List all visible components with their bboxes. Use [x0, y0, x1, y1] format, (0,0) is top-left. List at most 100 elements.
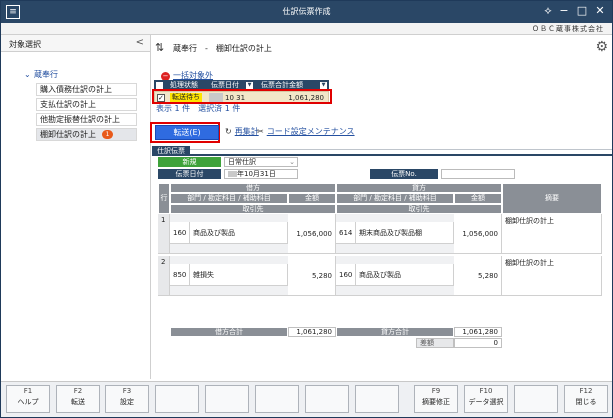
row-number: 1 [158, 214, 170, 254]
credit-dept[interactable]: 160 [336, 264, 356, 286]
col-debit-account: 部門 / 勘定科目 / 補助科目 [170, 193, 288, 204]
memo-cell[interactable]: 棚卸仕訳の計上 [502, 214, 602, 254]
slip-date-value: 年10月31日 [237, 170, 276, 178]
swap-icon: ⇅ [155, 41, 165, 54]
sidebar-item-transfer[interactable]: 他勘定振替仕訳の計上 [36, 113, 137, 126]
f6-button[interactable] [255, 385, 299, 413]
credit-amount[interactable]: 5,280 [454, 256, 502, 296]
recalc-label: 再集計 [234, 127, 259, 136]
f2-transfer-button[interactable]: F2 転送 [56, 385, 100, 413]
col-credit-account: 部門 / 勘定科目 / 補助科目 [336, 193, 454, 204]
sidebar-title: 対象選択 [9, 40, 41, 49]
credit-total-label: 貸方合計 [336, 327, 454, 337]
debit-dept[interactable]: 850 [170, 264, 190, 286]
new-label: 新規 [158, 157, 221, 167]
module-header: ⇅ 蔵奉行 - 棚卸仕訳の計上 ⚙ [152, 35, 612, 59]
recalc-link[interactable]: ↻ 再集計 [225, 126, 259, 137]
fkey-label: データ選択 [468, 398, 504, 406]
col-row: 行 [158, 183, 170, 214]
col-credit-partner: 取引先 [336, 204, 502, 214]
f1-help-button[interactable]: F1 ヘルプ [6, 385, 50, 413]
transfer-button[interactable]: 転送(E) [155, 125, 219, 140]
divider [152, 149, 612, 150]
gear-icon[interactable]: ⚙ [595, 39, 608, 55]
function-key-bar: F1 ヘルプ F2 転送 F3 設定 F9 摘要修正 F10 データ選択 F12 閉じる [1, 381, 612, 417]
minimize-button[interactable]: − [556, 3, 572, 19]
close-button[interactable]: ✕ [592, 3, 608, 19]
sidebar-item-label: 購入債務仕訳の計上 [40, 85, 112, 94]
count-badge: 1 [102, 130, 113, 139]
tools-icon: ✂ [257, 127, 264, 136]
collapse-sidebar-button[interactable]: < [136, 37, 144, 48]
fkey-label: ヘルプ [17, 398, 39, 406]
module-title: 蔵奉行 - 棚卸仕訳の計上 [173, 44, 272, 53]
f4-button[interactable] [155, 385, 199, 413]
filter-icon[interactable]: ▼ [320, 82, 327, 89]
sidebar-item-label: 他勘定振替仕訳の計上 [40, 115, 120, 124]
credit-dept[interactable]: 614 [336, 222, 356, 244]
fkey-label: 設定 [120, 398, 134, 406]
chevron-down-icon: ⌄ [289, 158, 295, 166]
maximize-button[interactable]: □ [574, 3, 590, 19]
slip-date-field[interactable]: 年10月31日 [224, 169, 298, 179]
count-text: 表示 1 件 選択済 1 件 [156, 104, 241, 113]
f8-button[interactable] [355, 385, 399, 413]
f9-memo-edit-button[interactable]: F9 摘要修正 [414, 385, 458, 413]
debit-total-label: 借方合計 [170, 327, 288, 337]
tree-root-label: 蔵奉行 [34, 70, 58, 79]
app-logo-icon: ⟡ [544, 4, 552, 17]
fkey-label: 摘要修正 [422, 398, 450, 406]
title-bar: ≡ 仕訳伝票作成 ⟡ − □ ✕ [1, 1, 612, 23]
chevron-down-icon[interactable]: ⌄ [24, 68, 31, 81]
fkey-label: 転送 [71, 398, 85, 406]
col-credit: 貸方 [336, 183, 502, 193]
sidebar-item-purchase-debt[interactable]: 購入債務仕訳の計上 [36, 83, 137, 96]
diff-label: 差額 [416, 338, 454, 348]
code-settings-link[interactable]: ✂ コード設定メンテナンス [257, 126, 355, 137]
credit-account[interactable]: 商品及び製品 [356, 264, 454, 286]
credit-account[interactable]: 期末商品及び製品棚 [356, 222, 454, 244]
window-title: 仕訳伝票作成 [282, 7, 331, 16]
debit-account[interactable]: 商品及び製品 [190, 222, 288, 244]
sidebar-item-label: 支払仕訳の計上 [40, 100, 96, 109]
fkey-key: F9 [431, 387, 441, 395]
tab-journal-slip[interactable]: 仕訳伝票 [152, 146, 190, 156]
diff-value: 0 [454, 338, 502, 348]
select-all-checkbox[interactable] [156, 82, 163, 89]
f5-button[interactable] [205, 385, 249, 413]
tree-root[interactable]: ⌄ 蔵奉行 [24, 68, 137, 81]
f7-button[interactable] [305, 385, 349, 413]
sidebar-header: 対象選択 < [1, 35, 150, 52]
slip-type-value: 日常仕訳 [228, 158, 256, 166]
refresh-icon: ↻ [225, 127, 232, 136]
f10-data-select-button[interactable]: F10 データ選択 [464, 385, 508, 413]
code-settings-label: コード設定メンテナンス [266, 127, 355, 136]
memo-cell[interactable]: 棚卸仕訳の計上 [502, 256, 602, 296]
debit-account[interactable]: 雑損失 [190, 264, 288, 286]
credit-amount[interactable]: 1,056,000 [454, 214, 502, 254]
col-debit-partner: 取引先 [170, 204, 336, 214]
company-bar: ＯＢＣ蔵事株式会社 [1, 23, 612, 35]
f11-button[interactable] [514, 385, 558, 413]
debit-total: 1,061,280 [288, 327, 336, 337]
col-debit: 借方 [170, 183, 336, 193]
f3-settings-button[interactable]: F3 設定 [105, 385, 149, 413]
debit-dept[interactable]: 160 [170, 222, 190, 244]
sidebar-item-payment[interactable]: 支払仕訳の計上 [36, 98, 137, 111]
debit-amount[interactable]: 1,056,000 [288, 214, 336, 254]
col-memo: 摘要 [502, 183, 602, 214]
filter-icon[interactable]: ▼ [246, 82, 253, 89]
credit-total: 1,061,280 [454, 327, 502, 337]
slip-type-select[interactable]: 日常仕訳 ⌄ [224, 157, 298, 167]
target-tree: ⌄ 蔵奉行 購入債務仕訳の計上 支払仕訳の計上 他勘定振替仕訳の計上 棚卸仕訳の… [24, 68, 137, 141]
f12-close-button[interactable]: F12 閉じる [564, 385, 608, 413]
sidebar-item-inventory[interactable]: 棚卸仕訳の計上 1 [36, 128, 137, 141]
main-panel: ⇅ 蔵奉行 - 棚卸仕訳の計上 ⚙ − 一括対象外 処理状態 伝票日付 ▼ 伝票合… [150, 35, 612, 379]
sidebar-item-label: 棚卸仕訳の計上 [40, 130, 96, 139]
fkey-key: F2 [73, 387, 83, 395]
slip-no-field[interactable] [441, 169, 515, 179]
debit-amount[interactable]: 5,280 [288, 256, 336, 296]
exclude-all-label: 一括対象外 [173, 71, 213, 80]
col-credit-amount: 金額 [454, 193, 502, 204]
slip-date-label: 伝票日付 [158, 169, 221, 179]
